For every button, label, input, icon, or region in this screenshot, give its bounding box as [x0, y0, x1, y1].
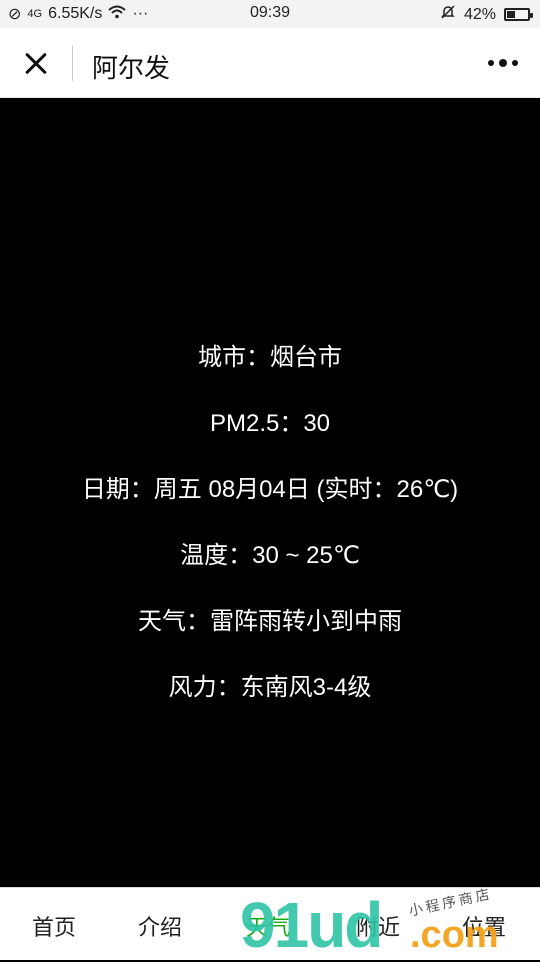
weather-city: 城市：烟台市: [198, 344, 342, 371]
weather-content: 城市：烟台市 PM2.5：30 日期：周五 08月04日 (实时：26℃) 温度…: [0, 98, 540, 887]
mute-bell-icon: [440, 4, 456, 25]
weather-condition: 天气：雷阵雨转小到中雨: [138, 608, 402, 635]
page-title: 阿尔发: [92, 53, 171, 83]
more-dot-icon: [499, 59, 507, 67]
tab-location[interactable]: 位置: [462, 910, 506, 942]
weather-info-list: 城市：烟台市 PM2.5：30 日期：周五 08月04日 (实时：26℃) 温度…: [0, 340, 540, 736]
more-options-button[interactable]: [486, 53, 520, 73]
battery-icon: [504, 8, 533, 21]
weather-temperature: 温度：30 ~ 25℃: [180, 542, 360, 569]
weather-wind: 风力：东南风3-4级: [168, 674, 372, 701]
weather-pm25: PM2.5：30: [209, 410, 331, 437]
more-dot-icon: [512, 60, 518, 66]
weather-date: 日期：周五 08月04日 (实时：26℃): [81, 476, 459, 503]
status-right: 42%: [440, 4, 533, 25]
tab-weather[interactable]: 天气: [246, 910, 290, 942]
more-dot-icon: [488, 60, 494, 66]
tab-home[interactable]: 首页: [32, 910, 76, 942]
status-bar: ⊘ 4G 6.55K/s ··· 09:39 42%: [0, 0, 540, 28]
title-divider: [72, 45, 73, 81]
navigation-bar: 阿尔发: [0, 28, 540, 98]
close-button[interactable]: [18, 46, 54, 82]
tab-bar: 首页 介绍 天气 附近 位置: [0, 887, 540, 960]
tab-nearby[interactable]: 附近: [356, 910, 400, 942]
battery-percent: 42%: [463, 5, 496, 23]
tab-intro[interactable]: 介绍: [138, 910, 182, 942]
